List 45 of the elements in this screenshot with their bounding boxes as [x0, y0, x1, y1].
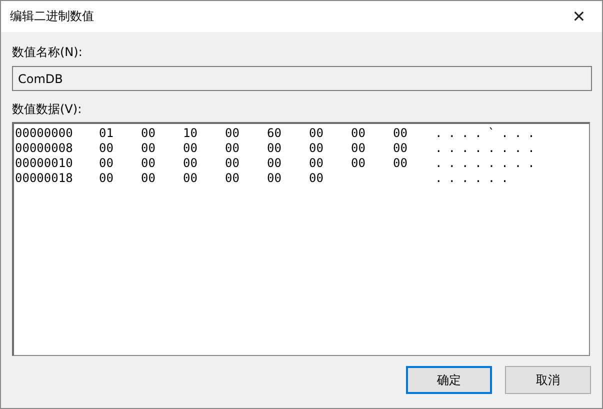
hex-byte: 60 [267, 126, 282, 141]
hex-byte: 00 [225, 156, 240, 171]
hex-byte: 00 [309, 171, 324, 186]
close-button[interactable]: ✕ [556, 1, 602, 32]
hex-offset: 00000010 [15, 156, 74, 171]
hex-byte: 00 [141, 141, 156, 156]
hex-byte: 00 [225, 126, 240, 141]
ascii-text: ........ [435, 156, 542, 171]
hex-byte: 00 [351, 141, 366, 156]
hex-byte: 00 [267, 171, 282, 186]
hex-editor[interactable]: 00000000 01 00 10 00 60 00 00 00 ....`... 00000008 00 00 00 00 00 00 00 00 ........ 00000010 00 00 00 00 00 00 00 00 ........ 00000018 00 00 00 00 00 00 ...... [12, 122, 590, 356]
hex-byte: 00 [141, 171, 156, 186]
ascii-text: ........ [435, 141, 542, 156]
hex-byte: 00 [393, 141, 408, 156]
hex-byte: 00 [141, 126, 156, 141]
hex-byte: 00 [99, 141, 114, 156]
hex-byte: 10 [183, 126, 198, 141]
value-name-label: 数值名称(N): [12, 44, 84, 60]
hex-byte: 00 [99, 171, 114, 186]
hex-byte: 00 [351, 156, 366, 171]
ascii-text: ...... [435, 171, 516, 186]
hex-byte: 00 [141, 156, 156, 171]
hex-offset: 00000008 [15, 141, 74, 156]
hex-byte: 01 [99, 126, 114, 141]
hex-byte: 00 [99, 156, 114, 171]
hex-byte: 00 [183, 171, 198, 186]
hex-byte: 00 [393, 156, 408, 171]
hex-byte: 00 [309, 141, 324, 156]
hex-byte: 00 [393, 126, 408, 141]
hex-byte: 00 [183, 141, 198, 156]
hex-offset: 00000018 [15, 171, 74, 186]
hex-byte: 00 [267, 156, 282, 171]
hex-byte: 00 [183, 156, 198, 171]
window-title: 编辑二进制数值 [10, 8, 94, 25]
hex-byte: 00 [309, 156, 324, 171]
hex-byte: 00 [225, 141, 240, 156]
hex-byte: 00 [225, 171, 240, 186]
value-data-label: 数值数据(V): [12, 101, 83, 117]
ascii-text: ....`... [435, 126, 542, 141]
hex-byte: 00 [351, 126, 366, 141]
hex-byte: 00 [267, 141, 282, 156]
cancel-button[interactable]: 取消 [505, 366, 591, 394]
hex-offset: 00000000 [15, 126, 74, 141]
hex-byte: 00 [309, 126, 324, 141]
ok-button[interactable]: 确定 [406, 366, 492, 394]
